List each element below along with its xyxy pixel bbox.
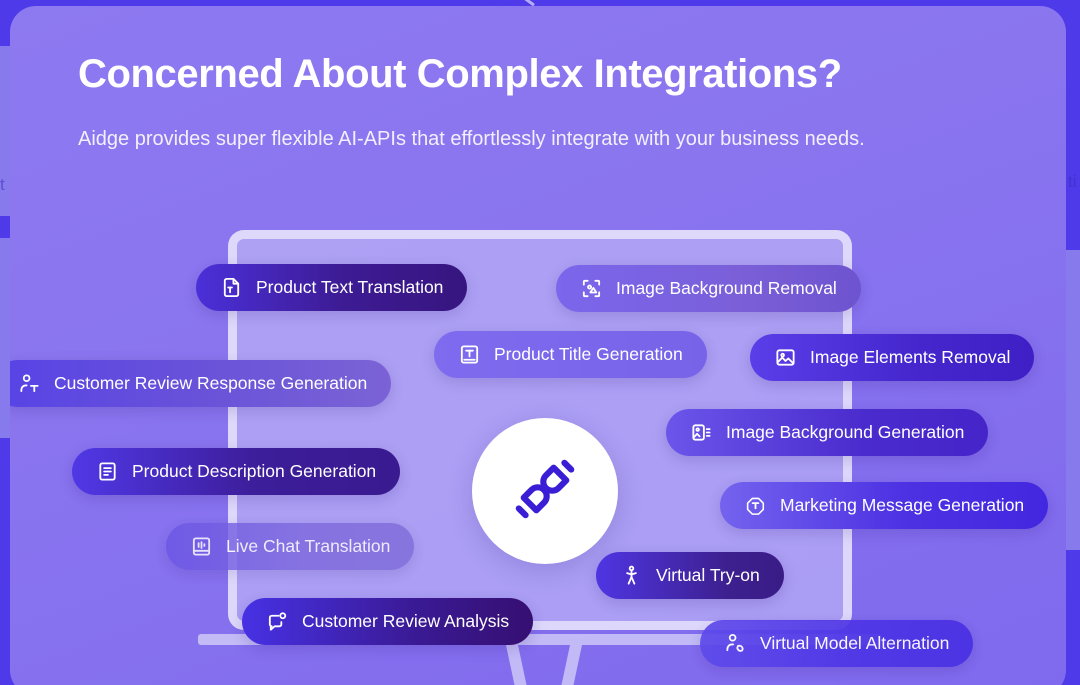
page-root: t ti Concerned About Complex Integration… <box>0 0 1080 685</box>
api-chip[interactable]: Customer Review Response Generation <box>10 360 392 407</box>
api-chip[interactable]: Customer Review Analysis <box>242 598 534 645</box>
badge-t-icon <box>744 494 767 517</box>
image-list-icon <box>690 421 713 444</box>
api-chip-label: Product Description Generation <box>132 460 377 481</box>
api-chip[interactable]: Marketing Message Generation <box>720 482 1049 529</box>
api-chip-label: Product Text Translation <box>256 276 444 297</box>
plug-connector-icon <box>508 452 582 531</box>
api-chip-label: Image Elements Removal <box>810 346 1011 367</box>
api-chip-label: Virtual Model Alternation <box>760 632 950 653</box>
chat-bubble-dot-icon <box>266 610 289 633</box>
person-standing-icon <box>620 564 643 587</box>
person-swap-icon <box>724 632 747 655</box>
scan-object-icon <box>580 277 603 300</box>
api-chip[interactable]: Live Chat Translation <box>166 523 415 570</box>
api-chip-label: Live Chat Translation <box>226 535 391 556</box>
api-chip[interactable]: Virtual Try-on <box>596 552 784 599</box>
description-lines-icon <box>96 460 119 483</box>
api-chip[interactable]: Product Description Generation <box>72 448 401 495</box>
api-chip-label: Product Title Generation <box>494 343 683 364</box>
easel-leg-right <box>558 645 582 685</box>
api-chip[interactable]: Image Background Generation <box>666 409 989 456</box>
api-chip-label: Marketing Message Generation <box>780 494 1025 515</box>
api-chip-label: Image Background Removal <box>616 277 837 298</box>
title-text-box-icon <box>458 343 481 366</box>
backdrop-ghost-text-right: ti <box>1068 172 1077 191</box>
document-translate-icon <box>220 276 243 299</box>
person-text-icon <box>18 372 41 395</box>
api-chip-label: Image Background Generation <box>726 421 965 442</box>
api-chip-label: Customer Review Response Generation <box>54 372 368 393</box>
integration-card: Concerned About Complex Integrations? Ai… <box>10 6 1066 685</box>
api-chip[interactable]: Product Text Translation <box>196 264 468 311</box>
image-edit-icon <box>774 346 797 369</box>
api-chip-label: Virtual Try-on <box>656 564 760 585</box>
integration-hub <box>472 418 618 564</box>
api-chip-label: Customer Review Analysis <box>302 610 510 631</box>
api-chip[interactable]: Image Elements Removal <box>750 334 1035 381</box>
backdrop-ghost-text-left: t <box>0 175 5 194</box>
api-chip[interactable]: Product Title Generation <box>434 331 707 378</box>
easel-leg-left <box>506 645 530 685</box>
backdrop-band-right <box>1066 250 1080 550</box>
chat-book-icon <box>190 535 213 558</box>
api-chip[interactable]: Virtual Model Alternation <box>700 620 974 667</box>
api-chip[interactable]: Image Background Removal <box>556 265 861 312</box>
